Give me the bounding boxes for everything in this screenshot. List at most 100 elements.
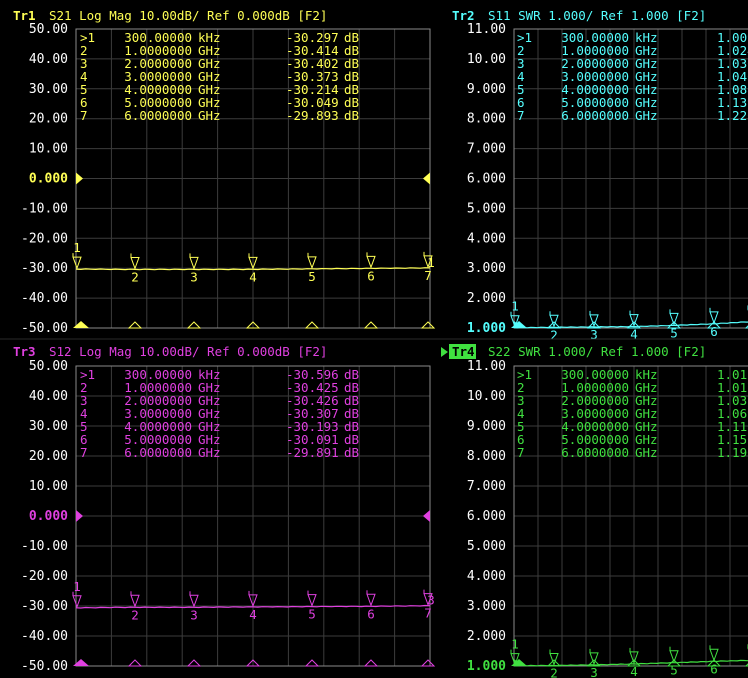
marker-tag-label: 1	[511, 299, 519, 314]
active-marker-tag-label: 1	[427, 255, 435, 270]
y-tick-label: 3.000	[467, 599, 506, 614]
y-tick-label: 1.000	[467, 659, 506, 674]
trace-title: S12 Log Mag 10.00dB/ Ref 0.000dB [F2]	[49, 344, 327, 359]
marker-readout-row[interactable]: 43.0000000GHz1.0695	[517, 406, 748, 421]
marker-stimulus-icon[interactable]	[73, 321, 89, 328]
marker-readout-row[interactable]: >1300.00000kHz1.0090	[517, 30, 748, 45]
marker-icon[interactable]	[307, 256, 317, 270]
marker-tag-label: 6	[710, 661, 718, 676]
marker-tag-label: 2	[550, 665, 558, 678]
marker-icon[interactable]	[72, 256, 82, 270]
y-tick-label: 9.000	[467, 82, 506, 97]
marker-stimulus-icon[interactable]	[420, 659, 436, 667]
trace-id-label[interactable]: Tr4	[452, 344, 475, 359]
marker-value: 1.1907	[717, 445, 748, 460]
y-tick-label: 20.00	[29, 112, 68, 127]
marker-stimulus-icon[interactable]	[73, 659, 89, 666]
marker-icon[interactable]	[366, 255, 376, 269]
active-trace-arrow-icon	[441, 347, 448, 357]
marker-readout-row[interactable]: >1300.00000kHz1.0120	[517, 367, 748, 382]
marker-icon[interactable]	[130, 256, 140, 270]
marker-readout-row[interactable]: 21.0000000GHz1.0173	[517, 380, 748, 395]
y-tick-label: 0.000	[29, 509, 68, 524]
trace-panel-tr1: Tr1 S21 Log Mag 10.00dB/ Ref 0.000dB [F2]…	[13, 8, 436, 336]
marker-stimulus-icon[interactable]	[420, 321, 436, 329]
marker-icon[interactable]	[189, 256, 199, 270]
marker-readout-row[interactable]: 7 6.0000000 GHz -29.891 dB	[80, 445, 359, 460]
y-tick-label: 50.00	[29, 22, 68, 37]
marker-stimulus-icon[interactable]	[127, 659, 143, 667]
y-tick-label: 7.000	[467, 479, 506, 494]
marker-readout-row[interactable]: 32.0000000GHz1.0379	[517, 393, 748, 408]
marker-tag-label: 4	[249, 607, 257, 622]
marker-tag-label: 2	[131, 607, 139, 622]
ref-level-left-icon	[76, 172, 83, 185]
marker-icon[interactable]	[307, 594, 317, 608]
y-tick-label: 40.00	[29, 52, 68, 67]
trace-panel-tr3: Tr3 S12 Log Mag 10.00dB/ Ref 0.000dB [F2]…	[13, 344, 436, 674]
y-tick-label: 2.000	[467, 629, 506, 644]
marker-stimulus-icon[interactable]	[186, 321, 202, 329]
y-tick-label: 11.00	[467, 359, 506, 374]
y-tick-label: -40.00	[21, 291, 68, 306]
ref-level-right-icon	[423, 510, 430, 522]
marker-tag-label: 7	[424, 606, 432, 621]
trace-id-label[interactable]: Tr1	[13, 8, 36, 23]
marker-tag-label: 3	[590, 327, 598, 342]
marker-tag-label: 3	[590, 665, 598, 678]
marker-readout-row[interactable]: 43.0000000GHz1.0469	[517, 69, 748, 84]
marker-readout-row[interactable]: 7 6.0000000 GHz -29.893 dB	[80, 108, 359, 123]
y-tick-label: 7.000	[467, 142, 506, 157]
marker-stimulus-icon[interactable]	[304, 321, 320, 329]
y-tick-label: -20.00	[21, 231, 68, 246]
marker-number: 7	[80, 445, 88, 460]
marker-stimulus-icon[interactable]	[363, 659, 379, 667]
marker-tag-label: 6	[710, 324, 718, 339]
marker-tag-label: 1	[511, 637, 519, 652]
marker-readout-row[interactable]: 32.0000000GHz1.0368	[517, 56, 748, 71]
marker-tag-label: 2	[131, 269, 139, 284]
marker-stimulus-icon[interactable]	[363, 321, 379, 329]
marker-icon[interactable]	[72, 595, 82, 609]
marker-stimulus-icon[interactable]	[304, 659, 320, 667]
marker-icon[interactable]	[189, 594, 199, 608]
marker-tag-label: 1	[73, 240, 81, 255]
marker-tag-label: 4	[249, 269, 257, 284]
y-tick-label: -30.00	[21, 599, 68, 614]
y-tick-label: 10.00	[29, 479, 68, 494]
marker-readout-row[interactable]: 65.0000000GHz1.1391	[517, 95, 748, 110]
marker-readout-row[interactable]: 65.0000000GHz1.1567	[517, 432, 748, 447]
marker-icon[interactable]	[669, 312, 679, 326]
y-tick-label: 50.00	[29, 359, 68, 374]
marker-icon[interactable]	[709, 648, 719, 662]
marker-readout-row[interactable]: 21.0000000GHz1.0243	[517, 43, 748, 58]
marker-number: 7	[517, 445, 525, 460]
marker-readout-row[interactable]: 7 6.0000000 GHz 1.1907	[517, 445, 748, 460]
marker-readout-row[interactable]: 7 6.0000000 GHz 1.2204	[517, 108, 748, 123]
marker-value: -29.893	[286, 108, 339, 123]
marker-frequency-unit: GHz	[198, 445, 221, 460]
marker-icon[interactable]	[130, 594, 140, 608]
y-tick-label: -30.00	[21, 261, 68, 276]
y-tick-label: -10.00	[21, 539, 68, 554]
marker-icon[interactable]	[709, 311, 719, 325]
marker-tag-label: 3	[190, 607, 198, 622]
marker-stimulus-icon[interactable]	[127, 321, 143, 329]
marker-readout-list: >1 300.00000 kHz -30.297 dB2 1.0000000 GHz -30.…	[80, 30, 359, 123]
marker-readout-row[interactable]: 54.0000000GHz1.0882	[517, 82, 748, 97]
y-tick-label: 11.00	[467, 22, 506, 37]
marker-tag-label: 5	[308, 269, 316, 284]
marker-value: -29.891	[286, 445, 339, 460]
trace-id-label[interactable]: Tr2	[452, 8, 475, 23]
marker-frequency-unit: GHz	[635, 445, 658, 460]
y-tick-label: 20.00	[29, 449, 68, 464]
marker-frequency-unit: GHz	[198, 108, 221, 123]
trace-id-label[interactable]: Tr3	[13, 344, 36, 359]
marker-number: 7	[517, 108, 525, 123]
marker-icon[interactable]	[366, 593, 376, 607]
marker-stimulus-icon[interactable]	[186, 659, 202, 667]
trace-title: S11 SWR 1.000/ Ref 1.000 [F2]	[488, 8, 706, 23]
y-tick-label: 3.000	[467, 261, 506, 276]
marker-readout-list: >1300.00000kHz1.012021.0000000GHz1.01733…	[517, 367, 748, 460]
marker-value-unit: dB	[344, 445, 359, 460]
